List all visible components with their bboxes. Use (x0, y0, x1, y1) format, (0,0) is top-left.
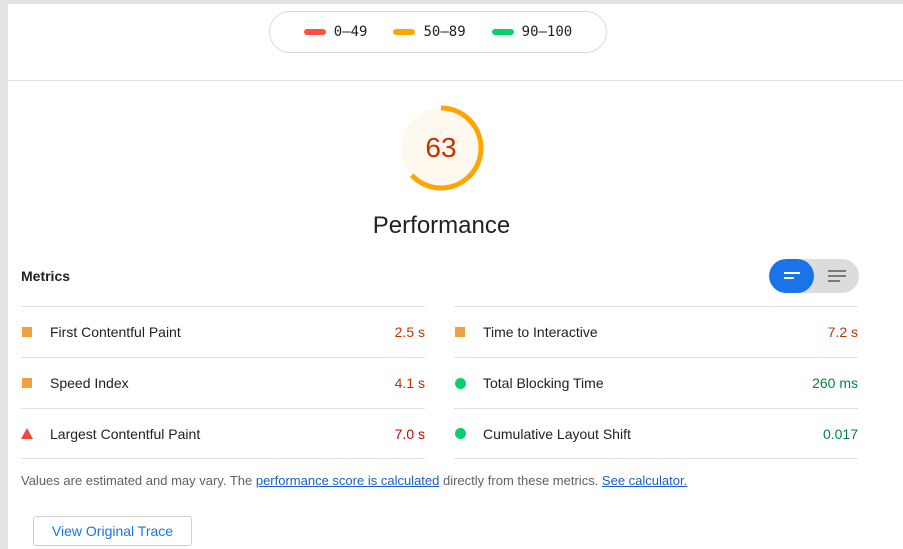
metric-label: First Contentful Paint (50, 324, 181, 340)
collapsed-view-button[interactable] (814, 259, 859, 293)
metric-label: Time to Interactive (483, 324, 598, 340)
metrics-column-right: Time to Interactive 7.2 s Total Blocking… (454, 306, 858, 459)
disclaimer-text: directly from these metrics. (439, 473, 602, 488)
metric-label: Cumulative Layout Shift (483, 425, 631, 442)
metric-row: Largest Contentful Paint 7.0 s (21, 408, 425, 459)
legend-label: 0–49 (333, 24, 368, 40)
green-circle-icon (454, 377, 469, 389)
metric-value: 0.017 (822, 425, 858, 442)
metric-value: 7.2 s (827, 324, 858, 340)
orange-square-icon (21, 327, 36, 337)
score-legend: 0–49 50–89 90–100 (269, 11, 607, 53)
metrics-column-left: First Contentful Paint 2.5 s Speed Index… (21, 306, 425, 459)
legend-item-fail: 0–49 (303, 24, 368, 40)
legend-label: 50–89 (423, 24, 466, 40)
view-toggle[interactable] (769, 259, 859, 293)
see-calculator-link[interactable]: See calculator. (602, 473, 687, 488)
metric-row: Time to Interactive 7.2 s (454, 306, 858, 357)
report-panel: 0–49 50–89 90–100 63 Performance Metrics (8, 0, 903, 549)
disclaimer-text: Values are estimated and may vary. The (21, 473, 256, 488)
metric-label: Largest Contentful Paint (50, 425, 201, 442)
red-triangle-icon (21, 428, 36, 439)
metric-row: Speed Index 4.1 s (21, 357, 425, 408)
metrics-disclaimer: Values are estimated and may vary. The p… (21, 473, 687, 488)
metric-value: 260 ms (812, 375, 858, 391)
collapsed-view-icon (827, 270, 846, 282)
green-swatch-icon (491, 29, 514, 35)
metric-label: Speed Index (50, 375, 129, 391)
green-circle-icon (454, 428, 469, 439)
expanded-view-icon (783, 272, 800, 279)
legend-item-pass: 90–100 (491, 24, 573, 40)
category-title: Performance (372, 212, 511, 239)
metric-label: Total Blocking Time (483, 375, 604, 391)
orange-square-icon (21, 378, 36, 388)
orange-swatch-icon (393, 29, 416, 35)
metrics-heading: Metrics (21, 268, 71, 284)
legend-item-average: 50–89 (393, 24, 466, 40)
metric-value: 2.5 s (394, 324, 425, 340)
metric-row: Cumulative Layout Shift 0.017 (454, 408, 858, 459)
red-swatch-icon (303, 29, 326, 35)
view-original-trace-button[interactable]: View Original Trace (33, 516, 192, 546)
metric-row: Total Blocking Time 260 ms (454, 357, 858, 408)
header-divider (8, 80, 903, 81)
orange-square-icon (454, 327, 469, 337)
expanded-view-button[interactable] (769, 259, 814, 293)
metric-row: First Contentful Paint 2.5 s (21, 306, 425, 357)
score-calculated-link[interactable]: performance score is calculated (256, 473, 440, 488)
legend-label: 90–100 (521, 24, 573, 40)
score-value: 63 (425, 132, 457, 163)
metric-value: 7.0 s (394, 425, 425, 442)
metric-value: 4.1 s (394, 375, 425, 391)
